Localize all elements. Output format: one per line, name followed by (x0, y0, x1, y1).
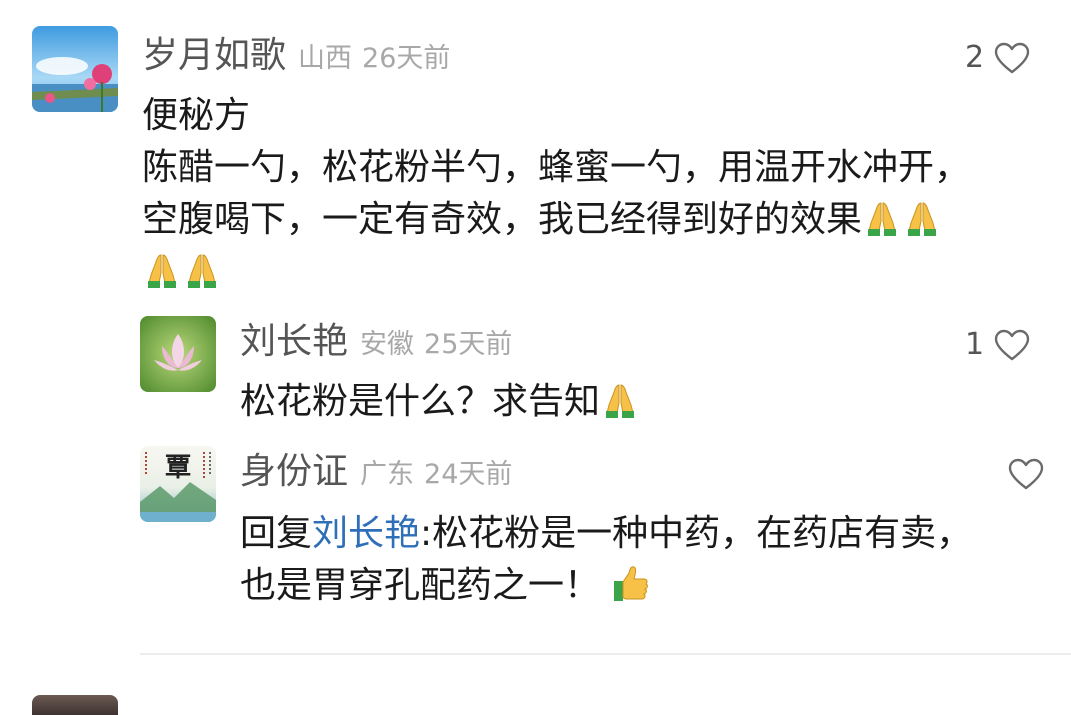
lotus-avatar[interactable] (140, 316, 216, 392)
comment-text: 便秘方 陈醋一勺，松花粉半勺，蜂蜜一勺，用温开水冲开， 空腹喝下，一定有奇效，我… (142, 90, 970, 298)
heart-icon (1008, 458, 1044, 490)
comment-line-text: 空腹喝下，一定有奇效，我已经得到好的效果 (142, 199, 863, 240)
like-button[interactable]: 1 (965, 327, 1030, 362)
comment-meta: 岁月如歌 山西 26天前 (142, 38, 450, 74)
reply-colon: : (420, 513, 433, 554)
author-region: 广东 (360, 459, 415, 490)
comment-line: 陈醋一勺，松花粉半勺，蜂蜜一勺，用温开水冲开， (142, 147, 971, 188)
heart-icon (994, 42, 1030, 74)
reply-to-link[interactable]: 刘长艳 (312, 513, 420, 554)
comment-time: 24天前 (424, 459, 513, 490)
reply-item: 刘长艳 安徽 25天前 1 松花粉是什么？求告知 (0, 300, 1071, 430)
flower-lake-avatar[interactable] (32, 26, 118, 112)
author-name[interactable]: 刘长艳 (240, 321, 348, 362)
praying-hands-icon (182, 249, 222, 289)
like-button[interactable]: 2 (965, 40, 1030, 75)
divider (140, 653, 1071, 655)
reply-meta: 身份证 广东 24天前 (240, 454, 512, 490)
author-name[interactable]: 岁月如歌 (142, 35, 286, 76)
heart-icon (994, 329, 1030, 361)
reply-text: 回复刘长艳:松花粉是一种中药，在药店有卖， 也是胃穿孔配药之一！ (240, 508, 972, 612)
reply-line: 也是胃穿孔配药之一！ (240, 560, 972, 612)
author-name[interactable]: 身份证 (240, 451, 348, 492)
reply-text: 松花粉是什么？求告知 (240, 376, 640, 428)
calligraphy-landscape-avatar[interactable]: 覃 (140, 446, 216, 522)
reply-line-text: 松花粉是一种中药，在药店有卖， (432, 513, 973, 554)
comment-time: 25天前 (424, 329, 513, 360)
like-button[interactable] (998, 458, 1044, 490)
comment-line (142, 246, 970, 298)
reply-line-text: 也是胃穿孔配药之一！ (240, 565, 601, 606)
next-comment-avatar[interactable] (32, 695, 118, 715)
praying-hands-icon (142, 249, 182, 289)
like-count: 2 (965, 40, 985, 75)
reply-meta: 刘长艳 安徽 25天前 (240, 324, 512, 360)
praying-hands-icon (862, 197, 902, 237)
praying-hands-icon (902, 197, 942, 237)
comment-line: 便秘方 (142, 95, 251, 136)
like-count: 1 (965, 327, 985, 362)
author-region: 山西 (298, 43, 353, 74)
praying-hands-icon (600, 379, 640, 419)
reply-prefix: 回复 (240, 513, 313, 554)
reply-text-content: 松花粉是什么？求告知 (240, 381, 601, 422)
thumbs-up-icon (611, 563, 651, 603)
comment-time: 26天前 (362, 43, 451, 74)
comment-item: 岁月如歌 山西 26天前 2 便秘方 陈醋一勺，松花粉半勺，蜂蜜一勺，用温开水冲开，… (0, 0, 1071, 300)
comment-line: 空腹喝下，一定有奇效，我已经得到好的效果 (142, 194, 970, 246)
reply-line: 回复刘长艳:松花粉是一种中药，在药店有卖， (240, 508, 972, 560)
avatar-calligraphy: 覃 (165, 453, 191, 483)
author-region: 安徽 (360, 329, 415, 360)
reply-item: 覃 身份证 广东 24天前 回复刘长艳:松花粉是一种中药，在药店有卖， 也是胃穿孔配… (0, 430, 1071, 620)
